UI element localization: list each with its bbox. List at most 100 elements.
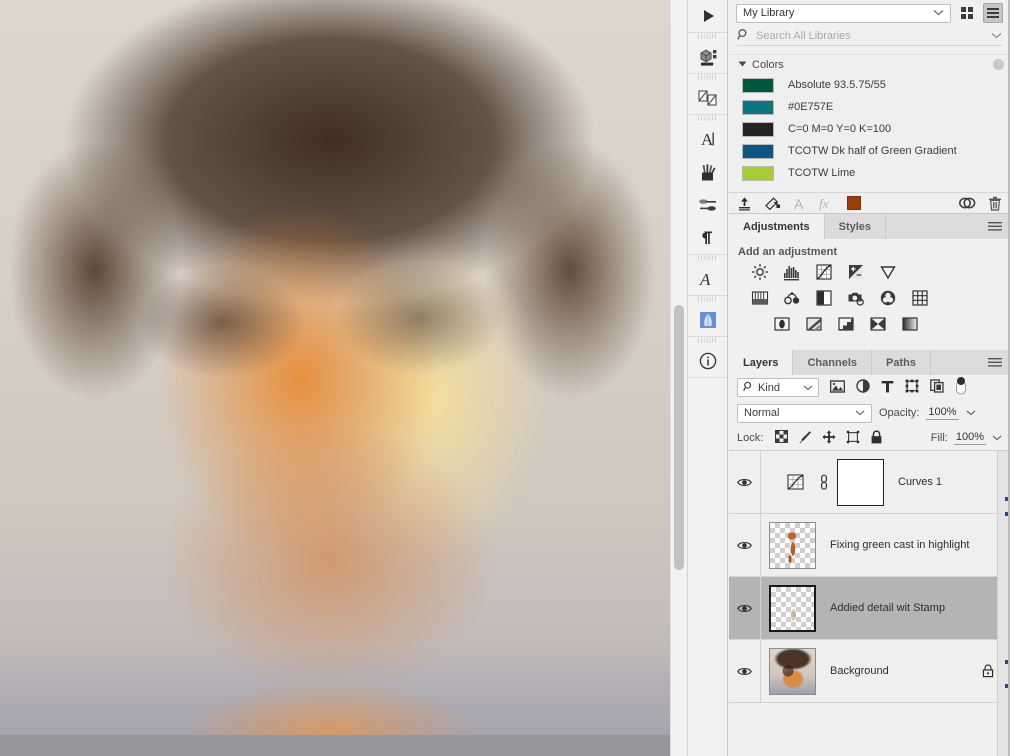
layer-thumbnails[interactable] xyxy=(761,647,816,695)
info-panel[interactable] xyxy=(688,344,727,377)
layer-mask-link-icon[interactable] xyxy=(817,473,831,491)
dock-grip[interactable]: ||||||| xyxy=(688,337,727,344)
layer-thumbnail[interactable] xyxy=(769,521,816,569)
brushes-panel[interactable] xyxy=(688,155,727,188)
layer-name[interactable]: Addied detail wit Stamp xyxy=(816,602,945,614)
delete-icon[interactable] xyxy=(988,196,1002,211)
layer-mask-thumbnail[interactable] xyxy=(837,458,884,506)
list-view-button[interactable] xyxy=(983,3,1003,23)
dock-grip[interactable]: ||||||| xyxy=(688,33,727,40)
curves-adjustment-thumbnail[interactable] xyxy=(781,467,811,497)
tab-adjustments[interactable]: Adjustments xyxy=(729,214,825,239)
blend-mode-select[interactable]: Normal xyxy=(737,403,872,423)
layer-thumbnail[interactable] xyxy=(769,584,816,632)
layer-name[interactable]: Curves 1 xyxy=(884,476,942,488)
table-row[interactable]: Background xyxy=(729,640,1010,703)
list-item[interactable]: Absolute 93.5.75/55 xyxy=(729,74,1010,96)
dock-grip[interactable]: ||||||| xyxy=(688,74,727,81)
threshold-adjustment[interactable] xyxy=(837,315,855,333)
disclosure-triangle-icon[interactable] xyxy=(738,59,747,71)
layer-thumbnails[interactable] xyxy=(761,458,884,506)
canvas-scrollbar-thumb[interactable] xyxy=(674,305,684,570)
layer-visibility-toggle[interactable] xyxy=(729,640,761,702)
add-graphic-icon[interactable] xyxy=(764,196,781,211)
opacity-value[interactable]: 100% xyxy=(926,406,959,420)
vibrance-adjustment[interactable] xyxy=(879,263,897,281)
panel-menu-icon[interactable] xyxy=(988,214,1010,239)
lock-transparent-pixels[interactable] xyxy=(775,430,789,446)
panel-icon-dock[interactable]: ||||||| ||||||| ||||||| A ||||||| A ||||… xyxy=(687,0,728,756)
dock-grip[interactable]: ||||||| xyxy=(688,115,727,122)
document-canvas[interactable] xyxy=(0,0,670,756)
lock-all[interactable] xyxy=(870,429,883,447)
libraries-group-colors[interactable]: Colors xyxy=(729,55,1010,74)
opacity-dropdown-icon[interactable] xyxy=(966,407,976,419)
list-item[interactable]: #0E757E xyxy=(729,96,1010,118)
layer-thumbnails[interactable] xyxy=(761,521,816,569)
gradient-map-adjustment[interactable] xyxy=(901,315,919,333)
libraries-scroll-thumb[interactable] xyxy=(993,59,1004,70)
3d-panel[interactable] xyxy=(688,40,727,73)
layer-visibility-toggle[interactable] xyxy=(729,577,761,639)
filter-shape-layers[interactable] xyxy=(905,379,919,396)
layer-name[interactable]: Fixing green cast in highlight xyxy=(816,539,969,551)
layer-name[interactable]: Background xyxy=(816,665,889,677)
libraries-item-list[interactable]: Colors Absolute 93.5.75/55 #0E757E C=0 M… xyxy=(729,54,1010,192)
panel-menu-icon[interactable] xyxy=(988,350,1010,375)
chevron-down-icon[interactable] xyxy=(991,30,1002,42)
upload-icon[interactable] xyxy=(737,196,752,211)
color-lookup-adjustment[interactable] xyxy=(911,289,929,307)
play-button[interactable] xyxy=(688,0,727,32)
add-fill-color-icon[interactable] xyxy=(847,196,861,210)
filter-type-layers[interactable] xyxy=(881,380,894,396)
posterize-adjustment[interactable] xyxy=(805,315,823,333)
invert-adjustment[interactable] xyxy=(773,315,791,333)
list-item[interactable]: TCOTW Dk half of Green Gradient xyxy=(729,140,1010,162)
filter-pixel-layers[interactable] xyxy=(829,379,846,396)
search-input[interactable]: Search All Libraries xyxy=(756,30,985,42)
lock-artboard-nesting[interactable] xyxy=(846,430,860,447)
channel-mixer-adjustment[interactable] xyxy=(879,289,897,307)
glyphs-panel[interactable]: A xyxy=(688,262,727,295)
creative-cloud-icon[interactable] xyxy=(958,196,976,210)
tab-paths[interactable]: Paths xyxy=(872,350,931,375)
tab-layers[interactable]: Layers xyxy=(729,350,794,375)
layer-thumbnail[interactable] xyxy=(769,647,816,695)
canvas-vertical-scrollbar[interactable] xyxy=(670,0,686,756)
fill-value[interactable]: 100% xyxy=(953,431,986,445)
brush-settings-panel[interactable] xyxy=(688,188,727,221)
photo-filter-adjustment[interactable] xyxy=(847,289,865,307)
curves-adjustment[interactable] xyxy=(815,263,833,281)
table-row[interactable]: Curves 1 xyxy=(729,451,1010,514)
layer-thumbnails[interactable] xyxy=(761,584,816,632)
list-item[interactable]: TCOTW Lime xyxy=(729,162,1010,184)
dock-grip[interactable]: ||||||| xyxy=(688,255,727,262)
brightness-contrast-adjustment[interactable] xyxy=(751,263,769,281)
libraries-search-row[interactable]: Search All Libraries xyxy=(737,26,1002,46)
paragraph-panel[interactable] xyxy=(688,221,727,254)
black-white-adjustment[interactable] xyxy=(815,289,833,307)
list-item[interactable]: C=0 M=0 Y=0 K=100 xyxy=(729,118,1010,140)
levels-adjustment[interactable] xyxy=(783,263,801,281)
layer-comps-panel[interactable] xyxy=(688,81,727,114)
filter-smart-objects[interactable] xyxy=(930,379,944,396)
filter-kind-select[interactable]: Kind xyxy=(737,378,819,397)
table-row[interactable]: Addied detail wit Stamp xyxy=(729,577,1010,640)
dock-grip[interactable]: ||||||| xyxy=(688,296,727,303)
layer-visibility-toggle[interactable] xyxy=(729,514,761,576)
lock-image-pixels[interactable] xyxy=(798,430,812,447)
library-select[interactable]: My Library xyxy=(736,3,951,23)
tab-channels[interactable]: Channels xyxy=(793,350,872,375)
filter-adjustment-layers[interactable] xyxy=(856,379,870,396)
lock-position[interactable] xyxy=(822,429,836,447)
color-balance-adjustment[interactable] xyxy=(783,289,801,307)
table-row[interactable]: Fixing green cast in highlight xyxy=(729,514,1010,577)
tab-styles[interactable]: Styles xyxy=(825,214,887,239)
hue-saturation-adjustment[interactable] xyxy=(751,289,769,307)
layer-list[interactable]: Curves 1 Fixing green cast in highlight … xyxy=(729,451,1010,756)
character-panel[interactable]: A xyxy=(688,122,727,155)
grid-view-button[interactable] xyxy=(957,3,977,23)
filter-toggle-switch[interactable] xyxy=(955,377,967,398)
layer-visibility-toggle[interactable] xyxy=(729,451,761,513)
libraries-panel[interactable] xyxy=(688,303,727,336)
